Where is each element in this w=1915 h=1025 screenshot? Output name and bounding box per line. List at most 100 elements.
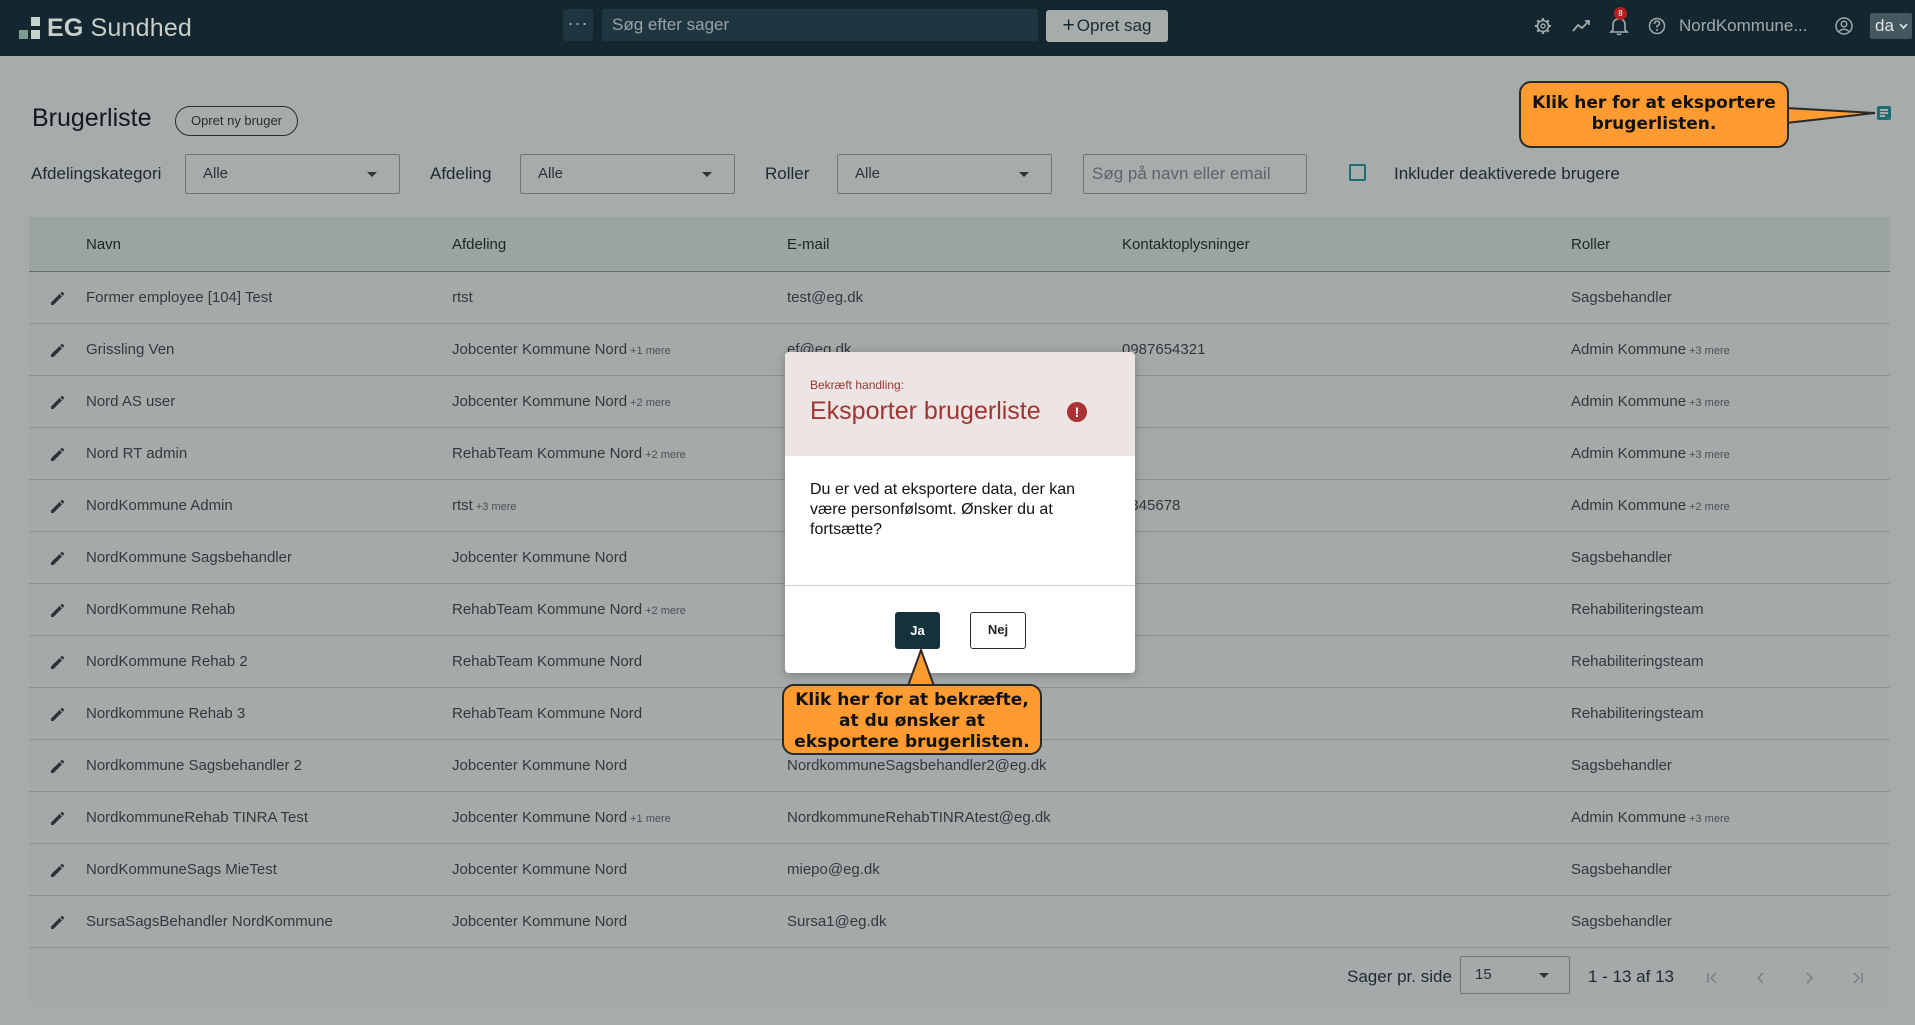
table-row[interactable]: Former employee [104] Test rtst test@eg.dk… <box>29 272 1890 324</box>
user-role: Admin Kommune +2 mere <box>1571 497 1730 514</box>
per-page-select[interactable]: 15 <box>1460 956 1570 994</box>
more-count[interactable]: +3 mere <box>1689 345 1730 357</box>
include-inactive-checkbox[interactable] <box>1349 164 1366 181</box>
confirm-no-button[interactable]: Nej <box>970 612 1026 649</box>
edit-pencil-icon[interactable] <box>48 706 66 724</box>
user-role: Sagsbehandler <box>1571 757 1672 774</box>
dept-select[interactable]: Alle <box>520 154 735 194</box>
dialog-subtitle: Bekræft handling: <box>810 378 905 392</box>
user-name: Former employee [104] Test <box>86 289 273 306</box>
roles-select[interactable]: Alle <box>837 154 1052 194</box>
dropdown-arrow-icon <box>702 172 712 177</box>
more-count[interactable]: +3 mere <box>476 501 517 513</box>
user-role: Admin Kommune +3 mere <box>1571 809 1730 826</box>
edit-pencil-icon[interactable] <box>48 342 66 360</box>
edit-pencil-icon[interactable] <box>48 862 66 880</box>
new-user-button[interactable]: Opret ny bruger <box>175 106 298 136</box>
new-case-button[interactable]: + Opret sag <box>1046 10 1168 42</box>
column-header-name[interactable]: Navn <box>86 236 121 253</box>
confirm-export-dialog: Bekræft handling: Eksporter brugerliste … <box>785 352 1135 673</box>
edit-pencil-icon[interactable] <box>48 914 66 932</box>
edit-pencil-icon[interactable] <box>48 446 66 464</box>
more-count[interactable]: +2 mere <box>630 397 671 409</box>
language-select[interactable]: da <box>1870 13 1912 39</box>
edit-pencil-icon[interactable] <box>48 758 66 776</box>
first-page-icon[interactable] <box>1705 971 1721 985</box>
export-list-icon[interactable] <box>1877 106 1891 120</box>
user-email: miepo@eg.dk <box>787 861 880 878</box>
more-count[interactable]: +1 mere <box>630 813 671 825</box>
more-count[interactable]: +3 mere <box>1689 813 1730 825</box>
dept-category-select[interactable]: Alle <box>185 154 400 194</box>
logo-mark-icon <box>19 17 41 39</box>
user-role: Sagsbehandler <box>1571 549 1672 566</box>
plus-icon: + <box>1062 14 1075 37</box>
edit-pencil-icon[interactable] <box>48 550 66 568</box>
user-role: Rehabiliteringsteam <box>1571 653 1704 670</box>
case-search-input[interactable]: Søg efter sager <box>602 9 1038 41</box>
user-search-input[interactable]: Søg på navn eller email <box>1083 154 1307 194</box>
user-department: RehabTeam Kommune Nord +2 mere <box>452 601 686 618</box>
next-page-icon[interactable] <box>1802 971 1816 985</box>
table-row[interactable]: SursaSagsBehandler NordKommune Jobcenter … <box>29 896 1890 948</box>
user-role: Sagsbehandler <box>1571 289 1672 306</box>
dialog-header: Bekræft handling: Eksporter brugerliste … <box>785 352 1135 456</box>
column-header-email[interactable]: E-mail <box>787 236 830 253</box>
edit-pencil-icon[interactable] <box>48 810 66 828</box>
dialog-message: Du er ved at eksportere data, der kan væ… <box>810 481 1076 538</box>
user-role: Rehabiliteringsteam <box>1571 705 1704 722</box>
user-department: RehabTeam Kommune Nord +2 mere <box>452 445 686 462</box>
user-name: Nordkommune Sagsbehandler 2 <box>86 757 302 774</box>
pagination-range: 1 - 13 af 13 <box>1587 967 1674 986</box>
user-name: Grissling Ven <box>86 341 175 358</box>
column-header-department[interactable]: Afdeling <box>452 236 506 253</box>
user-department: Jobcenter Kommune Nord +1 mere <box>452 341 671 358</box>
dialog-title: Eksporter brugerliste <box>810 397 1041 425</box>
dialog-divider <box>785 585 1135 586</box>
user-department: rtst +3 mere <box>452 497 517 514</box>
more-count[interactable]: +2 mere <box>1689 501 1730 513</box>
organization-name[interactable]: NordKommune... <box>1679 16 1808 36</box>
help-icon[interactable] <box>1647 14 1667 38</box>
brand-name: EG Sundhed <box>47 13 193 42</box>
confirm-yes-button[interactable]: Ja <box>895 612 940 649</box>
more-count[interactable]: +3 mere <box>1689 449 1730 461</box>
export-hint-callout: Klik her for at eksportere brugerlisten. <box>1519 81 1789 148</box>
user-account-icon[interactable] <box>1834 14 1854 38</box>
column-header-contact[interactable]: Kontaktoplysninger <box>1122 236 1250 253</box>
edit-pencil-icon[interactable] <box>48 290 66 308</box>
edit-pencil-icon[interactable] <box>48 394 66 412</box>
more-count[interactable]: +2 mere <box>645 449 686 461</box>
trend-icon[interactable] <box>1571 14 1591 38</box>
user-role: Sagsbehandler <box>1571 861 1672 878</box>
notification-badge: 8 <box>1614 7 1627 20</box>
user-role: Admin Kommune +3 mere <box>1571 393 1730 410</box>
previous-page-icon[interactable] <box>1754 971 1768 985</box>
logo[interactable]: EG Sundhed <box>19 11 192 45</box>
user-department: Jobcenter Kommune Nord <box>452 913 628 930</box>
table-row[interactable]: NordKommuneSags MieTest Jobcenter Kommune… <box>29 844 1890 896</box>
user-department: rtst <box>452 289 473 306</box>
last-page-icon[interactable] <box>1849 971 1865 985</box>
top-bar: EG Sundhed ··· Søg efter sager + Opret sag… <box>0 0 1915 56</box>
gear-icon[interactable] <box>1533 14 1553 38</box>
user-email: Sursa1@eg.dk <box>787 913 887 930</box>
table-row[interactable]: NordkommuneRehab TINRA Test Jobcenter Kom… <box>29 792 1890 844</box>
more-menu-button[interactable]: ··· <box>563 9 593 41</box>
user-department: Jobcenter Kommune Nord +1 mere <box>452 809 671 826</box>
dept-label: Afdeling <box>430 164 492 183</box>
column-header-roles[interactable]: Roller <box>1571 236 1610 253</box>
edit-pencil-icon[interactable] <box>48 654 66 672</box>
user-name: NordkommuneRehab TINRA Test <box>86 809 309 826</box>
edit-pencil-icon[interactable] <box>48 498 66 516</box>
more-count[interactable]: +1 mere <box>630 345 671 357</box>
confirm-hint-callout: Klik her for at bekræfte, at du ønsker a… <box>782 684 1042 755</box>
more-count[interactable]: +3 mere <box>1689 397 1730 409</box>
edit-pencil-icon[interactable] <box>48 602 66 620</box>
roles-label: Roller <box>765 164 810 183</box>
user-name: NordKommune Rehab <box>86 601 236 618</box>
per-page-label: Sager pr. side <box>1347 967 1452 986</box>
page-title: Brugerliste <box>32 104 152 132</box>
more-count[interactable]: +2 mere <box>645 605 686 617</box>
dropdown-arrow-icon <box>367 172 377 177</box>
